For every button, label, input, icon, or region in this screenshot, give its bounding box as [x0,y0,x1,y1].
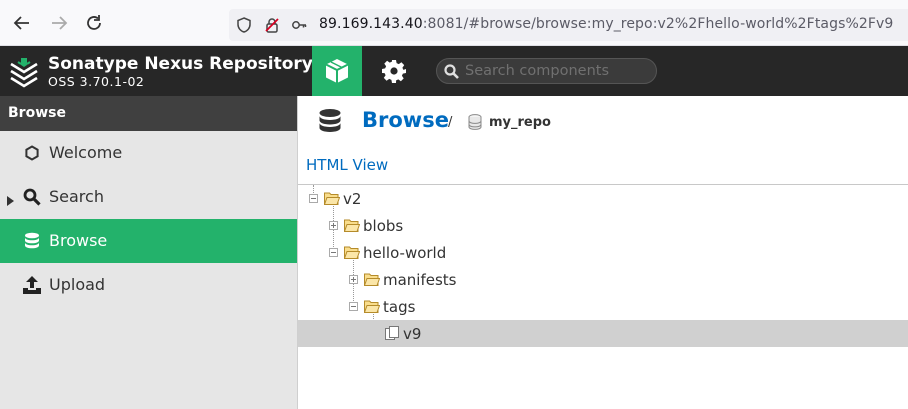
reload-button[interactable] [82,11,106,35]
sidebar-item-upload[interactable]: Upload [0,263,297,307]
tree-node-v2[interactable]: v2 [298,185,908,212]
tree-node-hello-world[interactable]: hello-world [298,239,908,266]
expand-icon[interactable] [329,221,338,230]
sidebar-item-welcome[interactable]: Welcome [0,131,297,175]
tree-node-v9[interactable]: v9 [298,320,908,347]
app-header: Sonatype Nexus Repository OSS 3.70.1-02 [0,46,908,96]
repository-icon [468,114,482,130]
key-icon[interactable] [291,17,307,33]
arrow-right-icon [52,16,68,30]
sidebar-item-search[interactable]: Search [0,175,297,219]
database-icon [319,109,341,132]
main-panel: Browse / my_repo HTML View v2 blobs hell… [298,96,908,409]
sonatype-logo[interactable] [8,54,40,88]
breadcrumb-separator: / [448,115,453,130]
reload-icon [87,15,101,30]
brand-version: OSS 3.70.1-02 [48,74,145,89]
tree-node-blobs[interactable]: blobs [298,212,908,239]
sidebar-item-label: Welcome [49,143,123,162]
tree-node-label: manifests [383,271,457,289]
folder-open-icon [364,300,380,313]
upload-icon [22,276,42,294]
collapse-icon[interactable] [329,248,338,257]
brand-title: Sonatype Nexus Repository [48,54,313,74]
shield-icon[interactable] [236,17,252,33]
search-icon [444,64,459,79]
html-view-link[interactable]: HTML View [306,156,388,174]
breadcrumb-repo: my_repo [489,115,551,130]
database-icon [22,232,42,250]
url-host: 89.169.143.40 [319,16,423,32]
sidebar-item-label: Browse [49,231,108,250]
sidebar-item-label: Search [49,187,104,206]
gear-icon [382,60,406,83]
collapse-icon[interactable] [349,302,358,311]
tree-node-label: v9 [403,325,422,343]
expand-icon[interactable] [349,275,358,284]
sidebar-item-browse[interactable]: Browse [0,219,297,263]
insecure-lock-icon[interactable] [264,17,280,33]
folder-icon [344,219,360,232]
address-bar[interactable]: 89.169.143.40:8081/#browse/browse:my_rep… [229,9,908,41]
cube-icon [325,59,349,83]
collapse-icon[interactable] [309,194,318,203]
folder-icon [364,273,380,286]
sidebar: Browse Welcome Search Browse Upload [0,96,298,409]
file-icon [385,326,399,340]
url-path: :8081/#browse/browse:my_repo:v2%2Fhello-… [422,16,894,32]
browse-mode-button[interactable] [312,46,362,96]
tree-node-label: tags [383,298,416,316]
folder-open-icon [344,246,360,259]
arrow-left-icon [13,16,29,30]
breadcrumb-title[interactable]: Browse [362,108,449,132]
browser-toolbar: 89.169.143.40:8081/#browse/browse:my_rep… [0,0,908,46]
sidebar-item-label: Upload [49,275,106,294]
tree-node-label: hello-world [363,244,447,262]
search-icon [22,188,42,206]
forward-button[interactable] [47,11,71,35]
sidebar-title: Browse [0,96,297,131]
tree-node-label: blobs [363,217,404,235]
component-search[interactable] [436,58,657,84]
tree-node-manifests[interactable]: manifests [298,266,908,293]
expand-caret-icon[interactable] [7,191,14,210]
back-button[interactable] [10,11,34,35]
admin-mode-button[interactable] [372,46,416,96]
tree-node-label: v2 [343,190,362,208]
hexagon-icon [22,144,42,162]
search-components-input[interactable] [465,61,650,81]
tree-node-tags[interactable]: tags [298,293,908,320]
url-text[interactable]: 89.169.143.40:8081/#browse/browse:my_rep… [319,16,893,32]
folder-open-icon [324,192,340,205]
